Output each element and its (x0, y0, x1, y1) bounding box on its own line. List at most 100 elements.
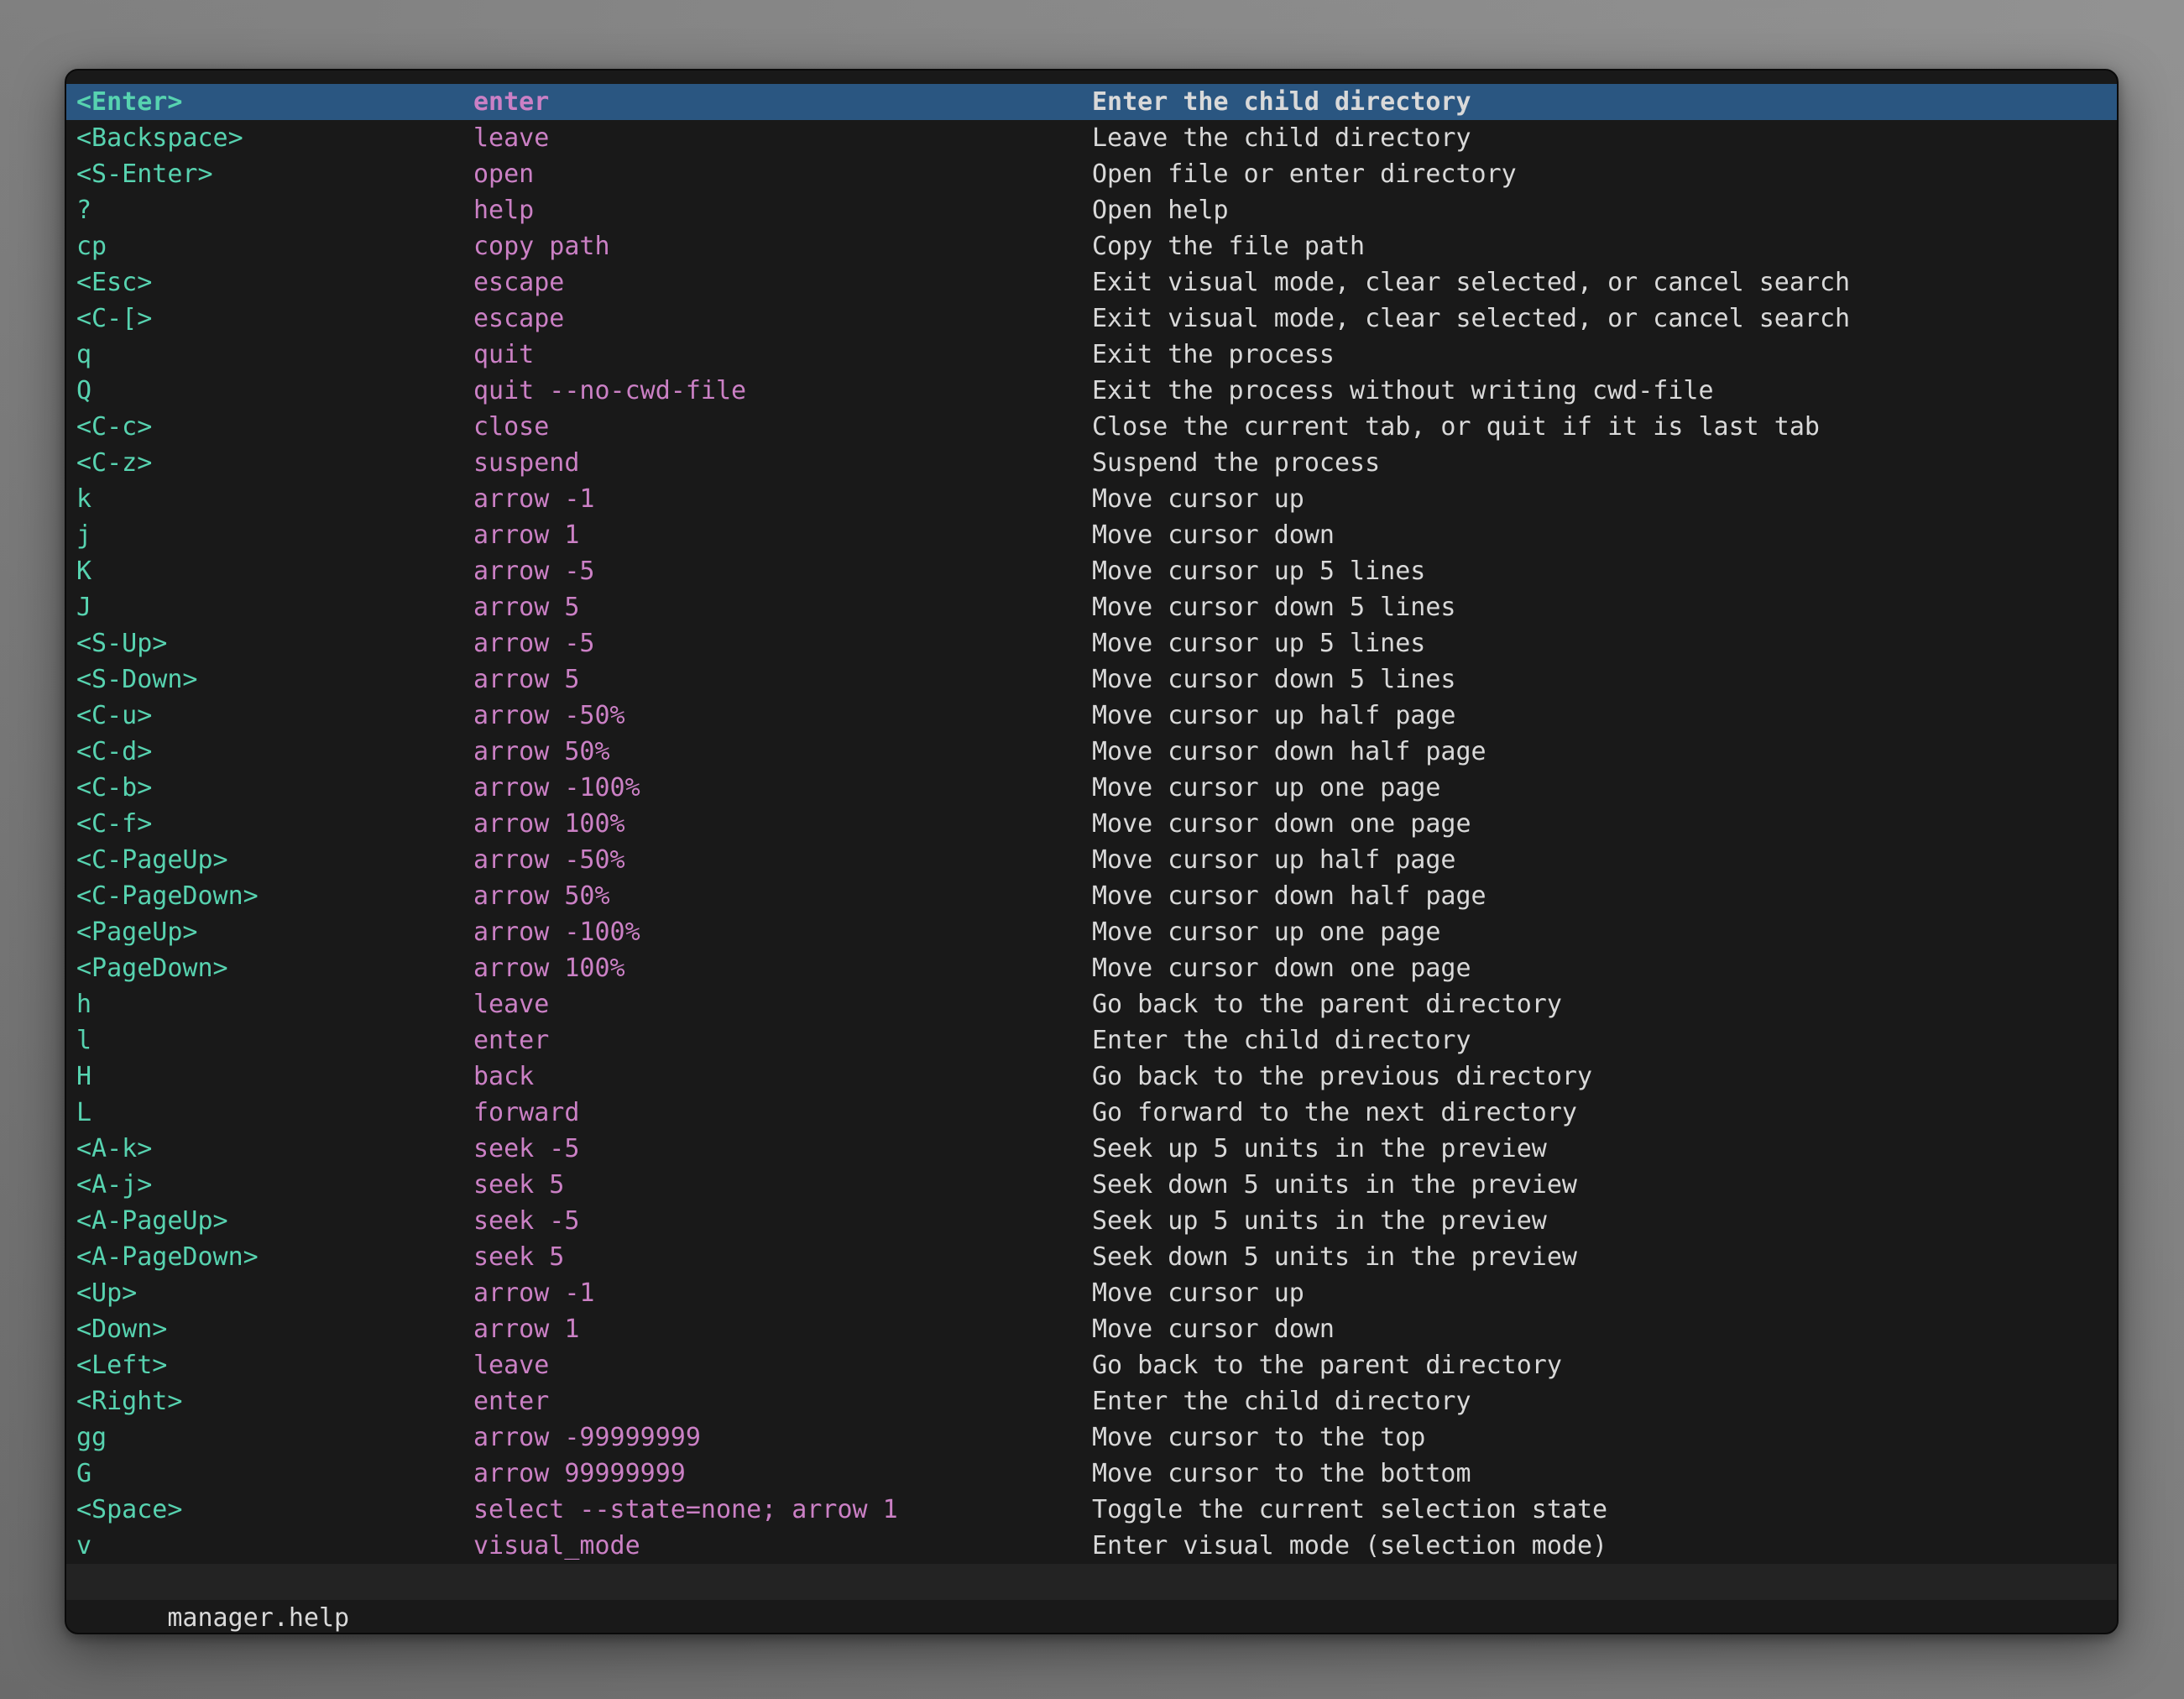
keymap-row-selected[interactable]: <Enter>enterEnter the child directory (66, 84, 2117, 120)
key-cell: <S-Up> (76, 625, 473, 661)
terminal-window: <Enter>enterEnter the child directory<Ba… (65, 69, 2119, 1634)
keymap-row[interactable]: <C-b>arrow -100%Move cursor up one page (66, 770, 2117, 806)
keymap-row[interactable]: qquitExit the process (66, 337, 2117, 373)
key-cell: <C-d> (76, 734, 473, 770)
description-cell: Move cursor to the top (1092, 1419, 2110, 1456)
command-cell: leave (473, 986, 1092, 1022)
keymap-row[interactable]: vvisual_modeEnter visual mode (selection… (66, 1528, 2117, 1564)
keymap-row[interactable]: Karrow -5Move cursor up 5 lines (66, 553, 2117, 589)
description-cell: Move cursor down one page (1092, 806, 2110, 842)
keymap-row[interactable]: HbackGo back to the previous directory (66, 1059, 2117, 1095)
keymap-row[interactable]: Garrow 99999999Move cursor to the bottom (66, 1456, 2117, 1492)
key-cell: j (76, 517, 473, 553)
keymap-row[interactable]: <C-f>arrow 100%Move cursor down one page (66, 806, 2117, 842)
description-cell: Toggle the current selection state (1092, 1492, 2110, 1528)
key-cell: J (76, 589, 473, 625)
description-cell: Move cursor down one page (1092, 950, 2110, 986)
command-cell: enter (473, 1022, 1092, 1059)
keymap-row[interactable]: karrow -1Move cursor up (66, 481, 2117, 517)
command-cell: arrow 1 (473, 517, 1092, 553)
command-cell: seek 5 (473, 1167, 1092, 1203)
keymap-row[interactable]: Qquit --no-cwd-fileExit the process with… (66, 373, 2117, 409)
key-cell: <Left> (76, 1347, 473, 1383)
command-cell: arrow -99999999 (473, 1419, 1092, 1456)
description-cell: Move cursor down 5 lines (1092, 661, 2110, 698)
keymap-row[interactable]: <A-j>seek 5Seek down 5 units in the prev… (66, 1167, 2117, 1203)
status-bar: manager.help (66, 1564, 2117, 1600)
description-cell: Exit visual mode, clear selected, or can… (1092, 301, 2110, 337)
command-cell: arrow 100% (473, 806, 1092, 842)
description-cell: Leave the child directory (1092, 120, 2110, 156)
keymap-row[interactable]: jarrow 1Move cursor down (66, 517, 2117, 553)
keymap-row[interactable]: LforwardGo forward to the next directory (66, 1095, 2117, 1131)
command-cell: back (473, 1059, 1092, 1095)
keymap-row[interactable]: <C-[>escapeExit visual mode, clear selec… (66, 301, 2117, 337)
description-cell: Move cursor up one page (1092, 770, 2110, 806)
keymap-row[interactable]: ?helpOpen help (66, 192, 2117, 228)
key-cell: <A-j> (76, 1167, 473, 1203)
keymap-row[interactable]: <PageUp>arrow -100%Move cursor up one pa… (66, 914, 2117, 950)
key-cell: <C-u> (76, 698, 473, 734)
keymap-row[interactable]: <S-Up>arrow -5Move cursor up 5 lines (66, 625, 2117, 661)
keymap-row[interactable]: cpcopy pathCopy the file path (66, 228, 2117, 264)
keymap-row[interactable]: <Right>enterEnter the child directory (66, 1383, 2117, 1419)
keymap-row[interactable]: <S-Enter>openOpen file or enter director… (66, 156, 2117, 192)
command-cell: seek -5 (473, 1131, 1092, 1167)
command-cell: arrow 100% (473, 950, 1092, 986)
keymap-row[interactable]: <Left>leaveGo back to the parent directo… (66, 1347, 2117, 1383)
command-cell: copy path (473, 228, 1092, 264)
keymap-row[interactable]: <PageDown>arrow 100%Move cursor down one… (66, 950, 2117, 986)
description-cell: Seek up 5 units in the preview (1092, 1131, 2110, 1167)
keymap-row[interactable]: <Backspace>leaveLeave the child director… (66, 120, 2117, 156)
keymap-row[interactable]: Jarrow 5Move cursor down 5 lines (66, 589, 2117, 625)
command-cell: arrow -1 (473, 1275, 1092, 1311)
keymap-row[interactable]: <A-PageUp>seek -5Seek up 5 units in the … (66, 1203, 2117, 1239)
keymap-row[interactable]: ggarrow -99999999Move cursor to the top (66, 1419, 2117, 1456)
command-cell: seek 5 (473, 1239, 1092, 1275)
status-layer-label: manager.help (167, 1603, 349, 1633)
command-cell: arrow -50% (473, 842, 1092, 878)
key-cell: <A-k> (76, 1131, 473, 1167)
keymap-row[interactable]: <Up>arrow -1Move cursor up (66, 1275, 2117, 1311)
key-cell: <A-PageDown> (76, 1239, 473, 1275)
key-cell: <S-Down> (76, 661, 473, 698)
description-cell: Suspend the process (1092, 445, 2110, 481)
description-cell: Move cursor down half page (1092, 878, 2110, 914)
key-cell: cp (76, 228, 473, 264)
description-cell: Move cursor up half page (1092, 698, 2110, 734)
key-cell: L (76, 1095, 473, 1131)
description-cell: Open file or enter directory (1092, 156, 2110, 192)
description-cell: Move cursor up 5 lines (1092, 625, 2110, 661)
keymap-row[interactable]: <C-d>arrow 50%Move cursor down half page (66, 734, 2117, 770)
description-cell: Move cursor to the bottom (1092, 1456, 2110, 1492)
keymap-row[interactable]: <C-PageUp>arrow -50%Move cursor up half … (66, 842, 2117, 878)
keymap-row[interactable]: hleaveGo back to the parent directory (66, 986, 2117, 1022)
command-cell: seek -5 (473, 1203, 1092, 1239)
command-cell: arrow -5 (473, 625, 1092, 661)
keymap-row[interactable]: <C-z>suspendSuspend the process (66, 445, 2117, 481)
keymap-row[interactable]: <Esc>escapeExit visual mode, clear selec… (66, 264, 2117, 301)
key-cell: <Space> (76, 1492, 473, 1528)
description-cell: Seek down 5 units in the preview (1092, 1167, 2110, 1203)
keymap-row[interactable]: lenterEnter the child directory (66, 1022, 2117, 1059)
keymap-row[interactable]: <S-Down>arrow 5Move cursor down 5 lines (66, 661, 2117, 698)
keymap-row[interactable]: <C-u>arrow -50%Move cursor up half page (66, 698, 2117, 734)
description-cell: Enter the child directory (1092, 84, 2110, 120)
keymap-row[interactable]: <C-PageDown>arrow 50%Move cursor down ha… (66, 878, 2117, 914)
command-cell: leave (473, 1347, 1092, 1383)
description-cell: Move cursor up (1092, 481, 2110, 517)
keymap-row[interactable]: <Space>select --state=none; arrow 1Toggl… (66, 1492, 2117, 1528)
keymap-row[interactable]: <Down>arrow 1Move cursor down (66, 1311, 2117, 1347)
help-keymap-list: <Enter>enterEnter the child directory<Ba… (66, 71, 2117, 1564)
description-cell: Exit visual mode, clear selected, or can… (1092, 264, 2110, 301)
key-cell: K (76, 553, 473, 589)
description-cell: Move cursor up half page (1092, 842, 2110, 878)
keymap-row[interactable]: <C-c>closeClose the current tab, or quit… (66, 409, 2117, 445)
command-cell: forward (473, 1095, 1092, 1131)
keymap-row[interactable]: <A-k>seek -5Seek up 5 units in the previ… (66, 1131, 2117, 1167)
key-cell: H (76, 1059, 473, 1095)
command-cell: arrow -50% (473, 698, 1092, 734)
command-cell: arrow 50% (473, 878, 1092, 914)
key-cell: q (76, 337, 473, 373)
keymap-row[interactable]: <A-PageDown>seek 5Seek down 5 units in t… (66, 1239, 2117, 1275)
